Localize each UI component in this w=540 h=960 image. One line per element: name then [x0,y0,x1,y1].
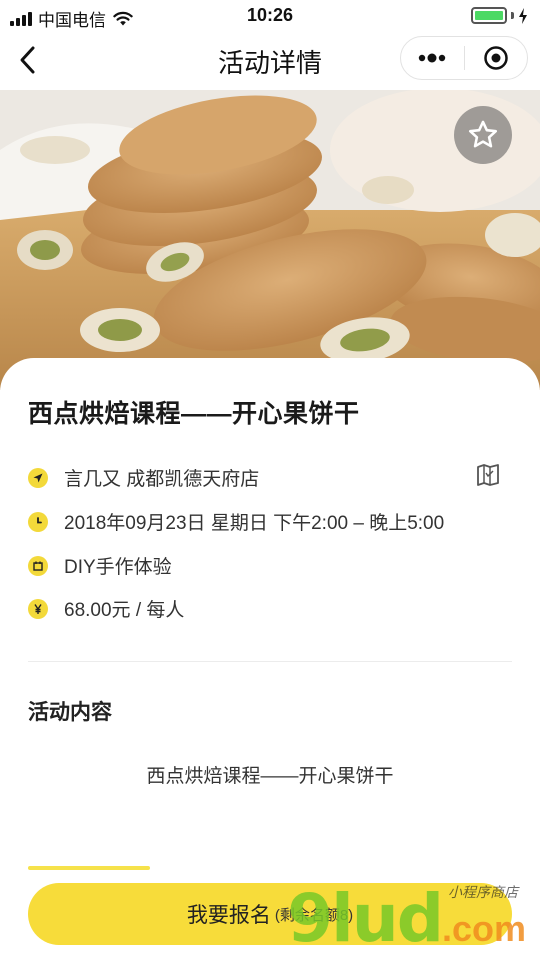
hero-image [0,90,540,390]
target-close-icon [484,46,508,70]
content-section-title: 活动内容 [28,701,112,724]
star-outline-icon [468,120,498,148]
price-row: 68.00元 / 每人 [28,595,184,622]
content-section-body: 西点烘焙课程——开心果饼干 [146,766,394,787]
more-dots-icon [419,53,446,63]
category-row: DIY手作体验 [28,552,172,579]
yuan-icon [28,598,48,619]
battery-icon [471,7,507,24]
event-title: 西点烘焙课程——开心果饼干 [28,400,360,428]
favorite-button[interactable] [454,106,512,164]
category-text: DIY手作体验 [64,557,172,578]
mini-program-capsule [400,36,528,80]
battery-cap [511,12,514,19]
charging-icon [519,7,527,24]
map-icon [477,464,499,486]
status-right [471,7,528,24]
price-text: 68.00元 / 每人 [64,600,185,621]
status-bar: 中国电信 10:26 [0,0,540,30]
more-button[interactable] [401,37,464,79]
clock-icon [28,511,48,532]
signup-label: 我要报名 [186,904,271,927]
signup-button[interactable]: 我要报名 (剩余名额8) [28,883,512,945]
location-arrow-icon [28,467,48,488]
status-time: 10:26 [246,5,294,25]
map-button[interactable] [476,462,502,488]
remaining-spots: (剩余名额8) [274,906,354,924]
section-divider [28,661,512,662]
yellow-underline [28,866,150,870]
datetime-text: 2018年09月23日 星期日 下午2:00 – 晚上5:00 [64,513,445,534]
close-program-button[interactable] [465,37,528,79]
calendar-icon [28,555,48,576]
event-detail-card: 西点烘焙课程——开心果饼干 言几又 成都凯德天府店 2018年09月23日 星期… [0,358,540,960]
location-text: 言几又 成都凯德天府店 [64,469,260,490]
location-row[interactable]: 言几又 成都凯德天府店 [28,464,259,491]
datetime-row: 2018年09月23日 星期日 下午2:00 – 晚上5:00 [28,508,444,535]
nav-bar: 活动详情 [0,30,540,90]
